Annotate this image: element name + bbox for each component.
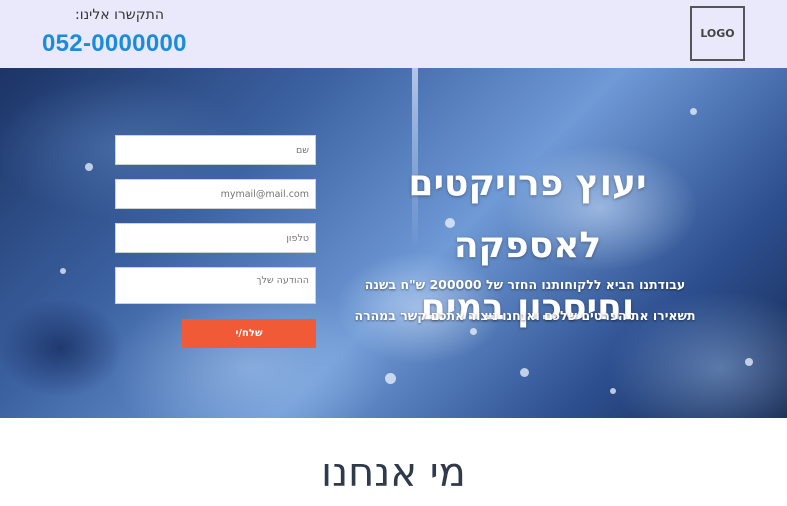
headline-line-1: יעוץ פרויקטים לאספקה — [408, 163, 647, 266]
phone-link[interactable]: 052-0000000 — [42, 30, 187, 58]
water-drop — [385, 373, 396, 384]
hero-subtext-2: תשאירו את הפרטים שלכם ואנחנו ניצור אתכם … — [354, 308, 696, 323]
water-drop — [610, 388, 616, 394]
hero-subtext-1: עבודתנו הביא ללקוחותנו החזר של 200000 ש"… — [364, 277, 686, 292]
water-drop — [690, 108, 697, 115]
submit-button[interactable]: שלח/י — [182, 319, 316, 348]
name-field[interactable] — [115, 135, 316, 165]
water-drop — [60, 268, 66, 274]
message-field[interactable] — [115, 267, 316, 304]
water-drop — [745, 358, 753, 366]
phone-field[interactable] — [115, 223, 316, 253]
top-bar: התקשרו אלינו: 052-0000000 LOGO — [0, 0, 787, 68]
hero-section: שלח/י יעוץ פרויקטים לאספקה וחיסכון במים … — [0, 68, 787, 418]
water-drop — [85, 163, 93, 171]
contact-label: התקשרו אלינו: — [75, 7, 164, 23]
about-title: מי אנחנו — [321, 450, 466, 496]
contact-form: שלח/י — [115, 135, 316, 348]
email-field[interactable] — [115, 179, 316, 209]
logo[interactable]: LOGO — [690, 6, 745, 61]
water-drop — [520, 368, 529, 377]
